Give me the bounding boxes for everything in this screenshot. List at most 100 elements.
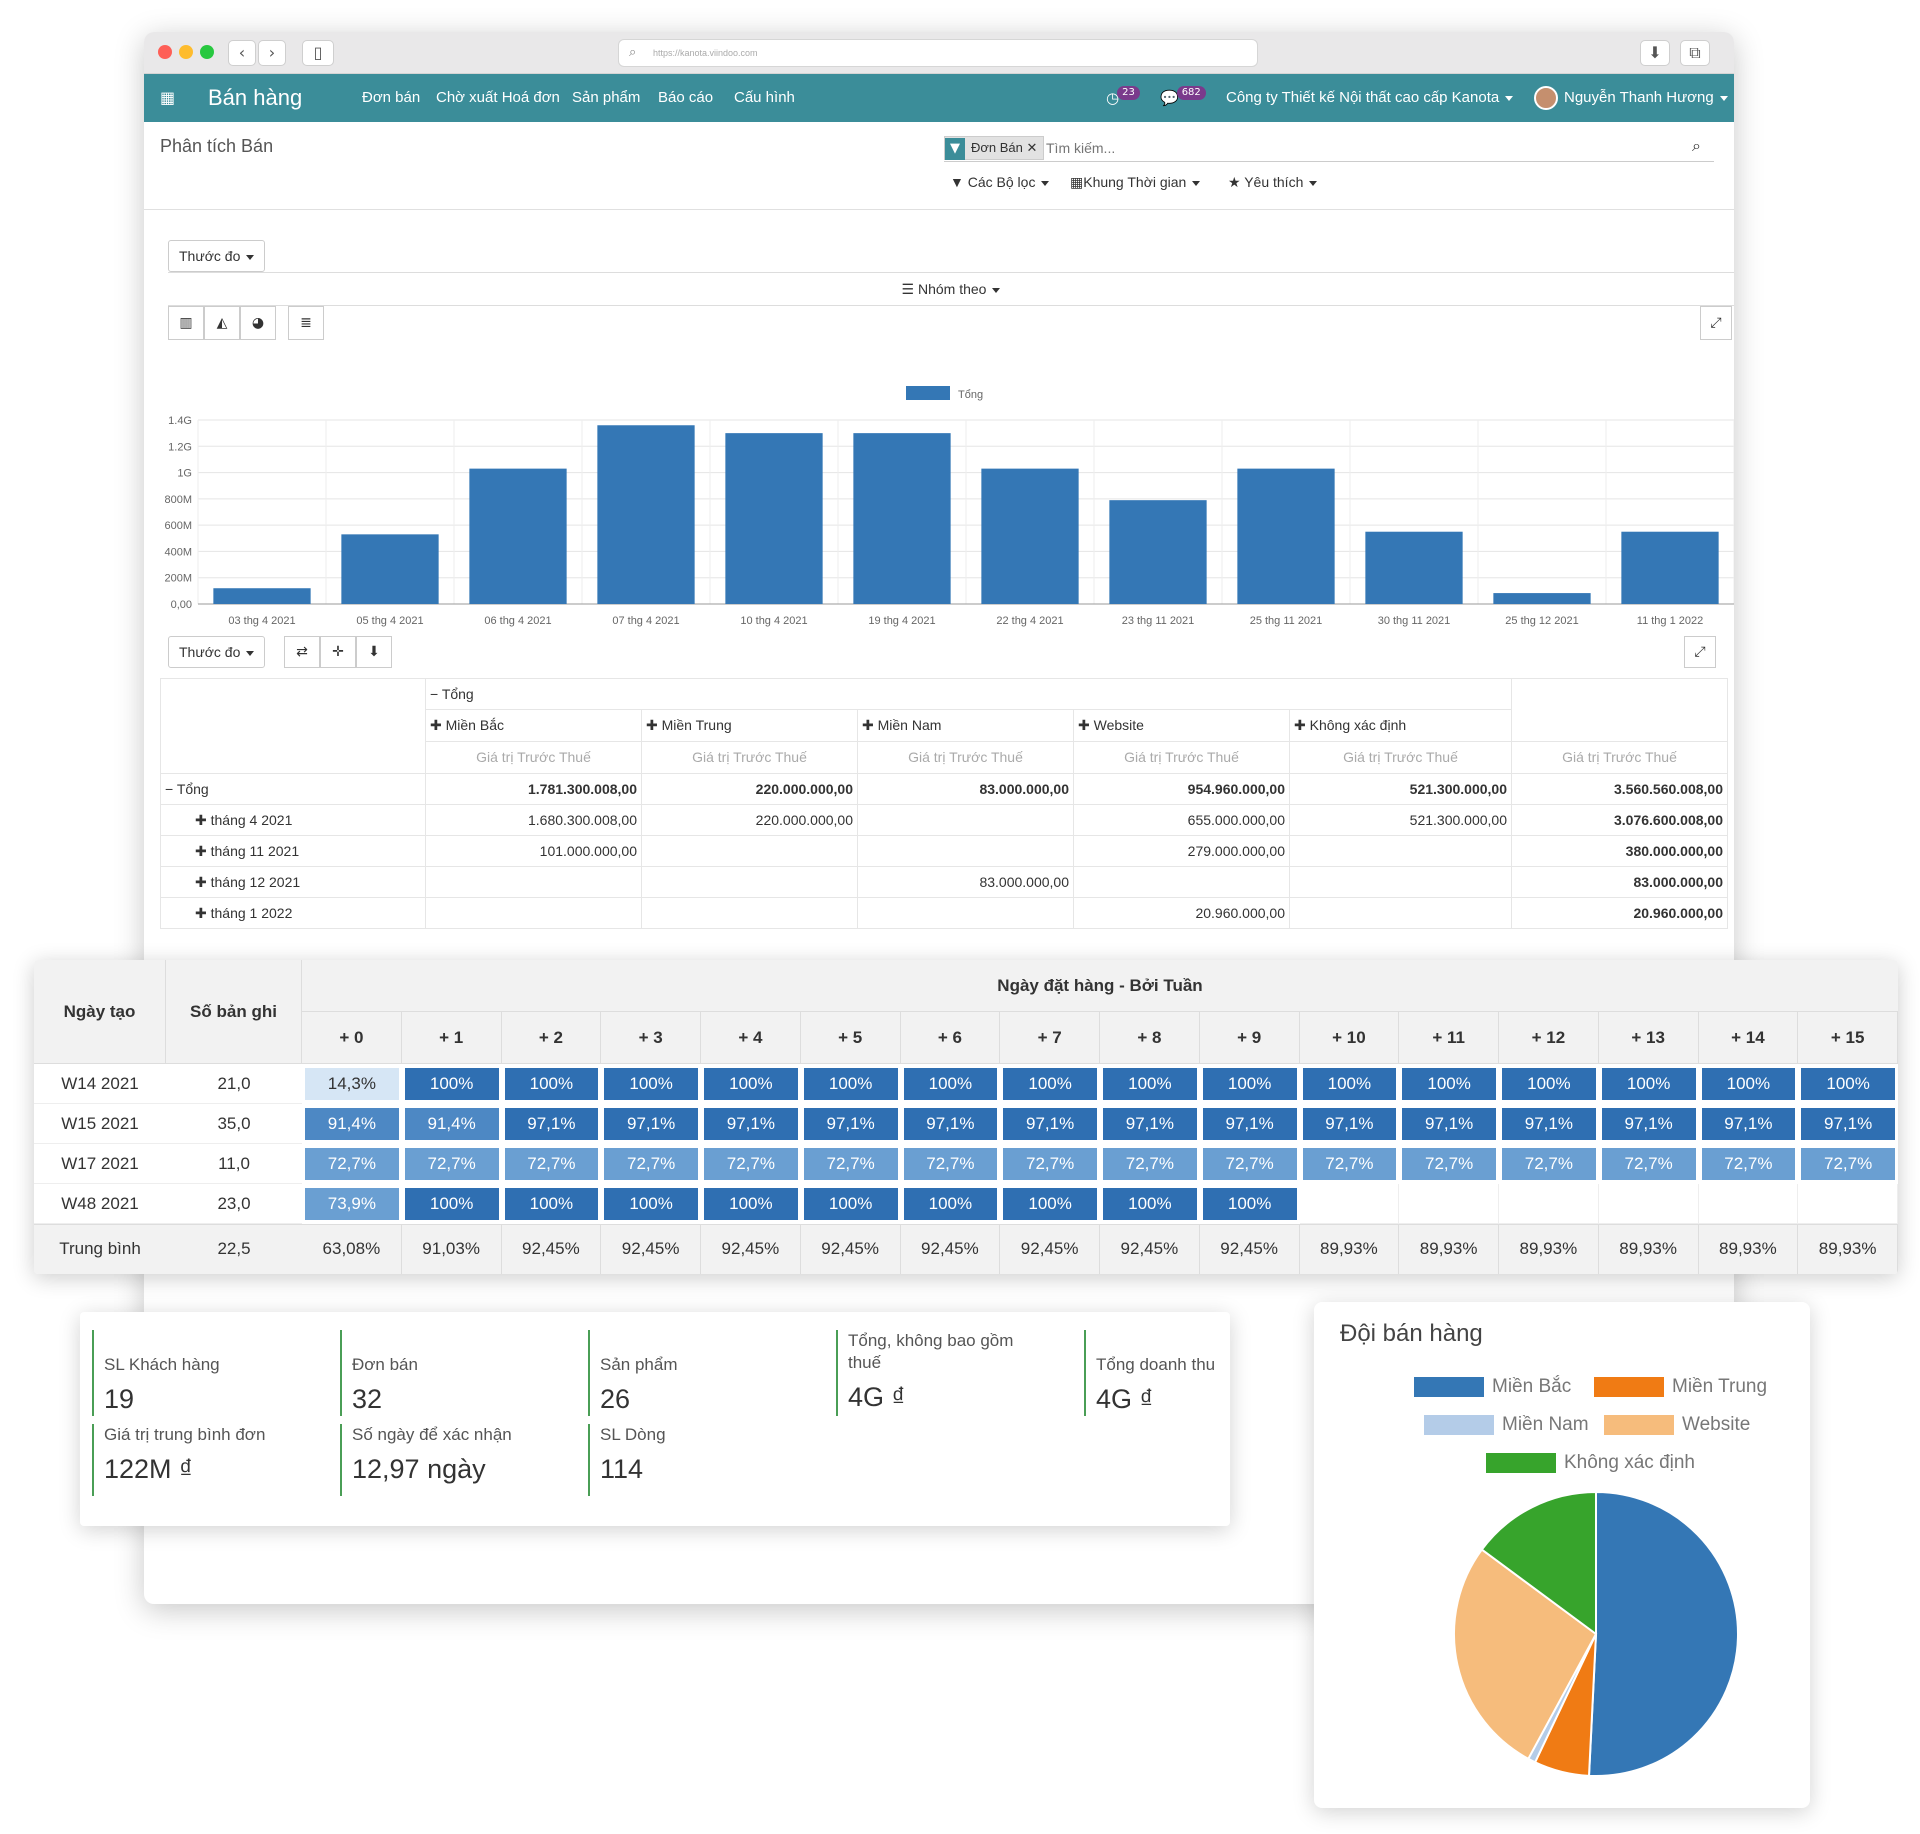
apps-menu-icon[interactable]: ▦ — [160, 74, 175, 122]
cohort-cell[interactable]: 91,4% — [305, 1108, 399, 1140]
cohort-cell[interactable]: 97,1% — [504, 1108, 599, 1140]
search-facet[interactable]: ▼ Đơn Bán ✕ — [944, 136, 1045, 160]
cohort-cell[interactable]: 100% — [803, 1068, 898, 1100]
search-icon[interactable]: ⌕ — [1692, 136, 1701, 156]
pivot-row-header[interactable]: ✚ tháng 4 2021 — [160, 805, 426, 836]
cohort-cell[interactable]: 72,7% — [1801, 1148, 1895, 1180]
bar[interactable] — [213, 588, 311, 604]
maximize-window-button[interactable] — [200, 45, 214, 59]
close-window-button[interactable] — [158, 45, 172, 59]
pivot-col-header[interactable]: ✚ Miền Nam — [858, 710, 1074, 742]
cohort-cell[interactable]: 72,7% — [604, 1148, 698, 1180]
search-input[interactable] — [1044, 136, 1644, 160]
back-icon[interactable]: ‹ — [228, 40, 256, 66]
cohort-cell[interactable]: 72,7% — [1502, 1148, 1596, 1180]
cohort-cell[interactable]: 100% — [704, 1068, 798, 1100]
pivot-col-header[interactable]: ✚ Miền Bắc — [426, 710, 642, 742]
menu-cho-xuat-hoa-don[interactable]: Chờ xuất Hoá đơn — [436, 74, 560, 122]
kpi-item[interactable]: Đơn bán 32 — [340, 1330, 560, 1416]
cohort-cell[interactable]: 100% — [604, 1188, 698, 1220]
pivot-col-header-total[interactable]: − Tổng — [426, 678, 1512, 710]
cohort-cell[interactable]: 100% — [1302, 1068, 1397, 1100]
pie-chart-icon[interactable]: ◕ — [240, 306, 276, 340]
pivot-row-header[interactable]: ✚ tháng 11 2021 — [160, 836, 426, 867]
pie-slice[interactable] — [1587, 1490, 1739, 1777]
avatar[interactable] — [1534, 86, 1558, 110]
menu-don-ban[interactable]: Đơn bán — [362, 74, 420, 122]
pie-legend-item[interactable]: Miền Trung — [1594, 1376, 1767, 1398]
kpi-item[interactable]: Sản phẩm 26 — [588, 1330, 808, 1416]
cohort-cell[interactable]: 100% — [604, 1068, 698, 1100]
bar[interactable] — [1237, 468, 1335, 604]
activity-icon[interactable]: ◷ 23 — [1106, 74, 1140, 122]
bar[interactable] — [1109, 500, 1207, 604]
download-icon[interactable]: ⬇ — [1640, 40, 1670, 66]
url-bar[interactable]: ⌕ https://kanota.viindoo.com — [618, 39, 1258, 67]
cohort-cell[interactable]: 73,9% — [305, 1188, 399, 1220]
cohort-cell[interactable]: 72,7% — [1402, 1148, 1496, 1180]
bar[interactable] — [469, 468, 567, 604]
cohort-cell[interactable]: 91,4% — [404, 1108, 499, 1140]
cohort-cell[interactable]: 72,7% — [1202, 1148, 1297, 1180]
pie-legend-item[interactable]: Website — [1604, 1414, 1750, 1436]
cohort-cell[interactable]: 97,1% — [1502, 1108, 1596, 1140]
filters-dropdown[interactable]: ▼ Các Bộ lọc — [950, 174, 1050, 190]
bar[interactable] — [853, 433, 951, 604]
bar[interactable] — [597, 425, 695, 604]
cohort-cell[interactable]: 100% — [1601, 1068, 1696, 1100]
cohort-cell[interactable]: 72,7% — [1601, 1148, 1696, 1180]
cohort-cell[interactable]: 100% — [1801, 1068, 1895, 1100]
kpi-item[interactable]: Giá trị trung bình đơn 122M ₫ — [92, 1424, 312, 1496]
bar[interactable] — [1621, 531, 1719, 604]
cohort-cell[interactable]: 100% — [1502, 1068, 1596, 1100]
group-by-dropdown[interactable]: ☰ Nhóm theo — [902, 281, 1001, 297]
cohort-cell[interactable]: 100% — [1103, 1068, 1197, 1100]
pivot-row-header[interactable]: ✚ tháng 12 2021 — [160, 867, 426, 898]
pivot-col-header[interactable]: ✚ Miền Trung — [642, 710, 858, 742]
minimize-window-button[interactable] — [179, 45, 193, 59]
cohort-cell[interactable]: 72,7% — [1302, 1148, 1397, 1180]
cohort-cell[interactable]: 72,7% — [704, 1148, 798, 1180]
pie-legend-item[interactable]: Miền Nam — [1424, 1414, 1589, 1436]
cohort-cell[interactable]: 72,7% — [1103, 1148, 1197, 1180]
bar[interactable] — [981, 468, 1079, 604]
cohort-cell[interactable]: 100% — [1003, 1068, 1097, 1100]
cohort-cell[interactable]: 72,7% — [1003, 1148, 1097, 1180]
pivot-col-header[interactable]: ✚ Website — [1074, 710, 1290, 742]
cohort-cell[interactable]: 100% — [1402, 1068, 1496, 1100]
expand-icon[interactable]: ⤢ — [1700, 306, 1732, 340]
stacked-icon[interactable]: ≣ — [288, 306, 324, 340]
menu-san-pham[interactable]: Sản phẩm — [572, 74, 640, 122]
kpi-item[interactable]: SL Khách hàng 19 — [92, 1330, 312, 1416]
cohort-cell[interactable]: 72,7% — [1701, 1148, 1796, 1180]
pivot-row-header[interactable]: ✚ tháng 1 2022 — [160, 898, 426, 929]
cohort-cell[interactable]: 97,1% — [803, 1108, 898, 1140]
menu-cau-hinh[interactable]: Cấu hình — [734, 74, 795, 122]
kpi-item[interactable]: Tổng, không bao gồm thuế 4G ₫ — [836, 1330, 1026, 1416]
company-switcher[interactable]: Công ty Thiết kế Nội thất cao cấp Kanota — [1226, 74, 1514, 122]
cohort-cell[interactable]: 100% — [1003, 1188, 1097, 1220]
cohort-cell[interactable]: 100% — [1701, 1068, 1796, 1100]
download-icon[interactable]: ⬇ — [356, 636, 392, 668]
messages-icon[interactable]: 💬 682 — [1160, 74, 1206, 122]
menu-bao-cao[interactable]: Báo cáo — [658, 74, 713, 122]
pivot-row-header[interactable]: − Tổng — [160, 774, 426, 805]
cohort-cell[interactable]: 97,1% — [1202, 1108, 1297, 1140]
cohort-cell[interactable]: 72,7% — [903, 1148, 998, 1180]
cohort-cell[interactable]: 100% — [504, 1188, 599, 1220]
pie-legend-item[interactable]: Miền Bắc — [1414, 1376, 1571, 1398]
remove-facet-icon[interactable]: ✕ — [1027, 141, 1038, 156]
cohort-cell[interactable]: 97,1% — [704, 1108, 798, 1140]
cohort-cell[interactable]: 72,7% — [404, 1148, 499, 1180]
forward-icon[interactable]: › — [258, 40, 286, 66]
favorites-dropdown[interactable]: ★ Yêu thích — [1228, 174, 1318, 191]
expand-all-icon[interactable]: ✛ — [320, 636, 356, 668]
cohort-cell[interactable]: 100% — [1202, 1188, 1297, 1220]
cohort-cell[interactable]: 100% — [903, 1188, 998, 1220]
fullscreen-icon[interactable]: ⤢ — [1684, 636, 1716, 668]
cohort-cell[interactable]: 97,1% — [604, 1108, 698, 1140]
app-title[interactable]: Bán hàng — [208, 74, 302, 122]
cohort-cell[interactable]: 100% — [404, 1188, 499, 1220]
cohort-cell[interactable]: 100% — [504, 1068, 599, 1100]
time-range-dropdown[interactable]: ▦Khung Thời gian — [1070, 174, 1201, 191]
